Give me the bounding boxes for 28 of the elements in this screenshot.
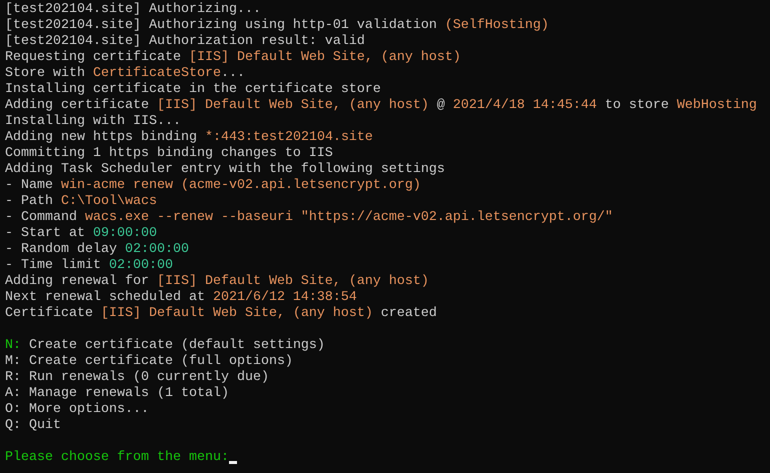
output-line: [test202104.site] Authorization result: valid xyxy=(5,34,365,50)
output-line: [test202104.site] Authorizing... xyxy=(5,2,261,18)
output-line: O: More options... xyxy=(5,402,149,418)
output-line: N: Create certificate (default settings) xyxy=(5,338,325,354)
output-line: Installing with IIS... xyxy=(5,114,181,130)
output-line: Q: Quit xyxy=(5,418,61,434)
output-line: Certificate [IIS] Default Web Site, (any host) created xyxy=(5,306,437,322)
output-line: Adding new https binding *:443:test202104.site xyxy=(5,130,373,146)
output-line: M: Create certificate (full options) xyxy=(5,354,293,370)
output-line: [test202104.site] Authorizing using http-01 validation (SelfHosting) xyxy=(5,18,549,34)
cursor-icon xyxy=(228,461,237,464)
output-line: - Time limit 02:00:00 xyxy=(5,258,173,274)
output-line: - Name win-acme renew (acme-v02.api.letsencrypt.org) xyxy=(5,178,421,194)
output-line: Adding renewal for [IIS] Default Web Site, (any host) xyxy=(5,274,429,290)
output-line: Adding Task Scheduler entry with the following settings xyxy=(5,162,445,178)
output-line: - Path C:\Tool\wacs xyxy=(5,194,157,210)
output-line: Adding certificate [IIS] Default Web Site, (any host) @ 2021/4/18 14:45:44 to store WebHosting xyxy=(5,98,757,114)
output-line: Store with CertificateStore... xyxy=(5,66,245,82)
output-line: - Start at 09:00:00 xyxy=(5,226,157,242)
output-line: Next renewal scheduled at 2021/6/12 14:38:54 xyxy=(5,290,357,306)
output-line: Requesting certificate [IIS] Default Web Site, (any host) xyxy=(5,50,461,66)
prompt-text: Please choose from the menu: xyxy=(5,450,229,466)
output-line: R: Run renewals (0 currently due) xyxy=(5,370,269,386)
output-line: - Random delay 02:00:00 xyxy=(5,242,189,258)
output-line: A: Manage renewals (1 total) xyxy=(5,386,229,402)
output-line: Installing certificate in the certificate store xyxy=(5,82,381,98)
output-line: - Command wacs.exe --renew --baseuri "https://acme-v02.api.letsencrypt.org/" xyxy=(5,210,613,226)
output-line: Committing 1 https binding changes to IIS xyxy=(5,146,333,162)
